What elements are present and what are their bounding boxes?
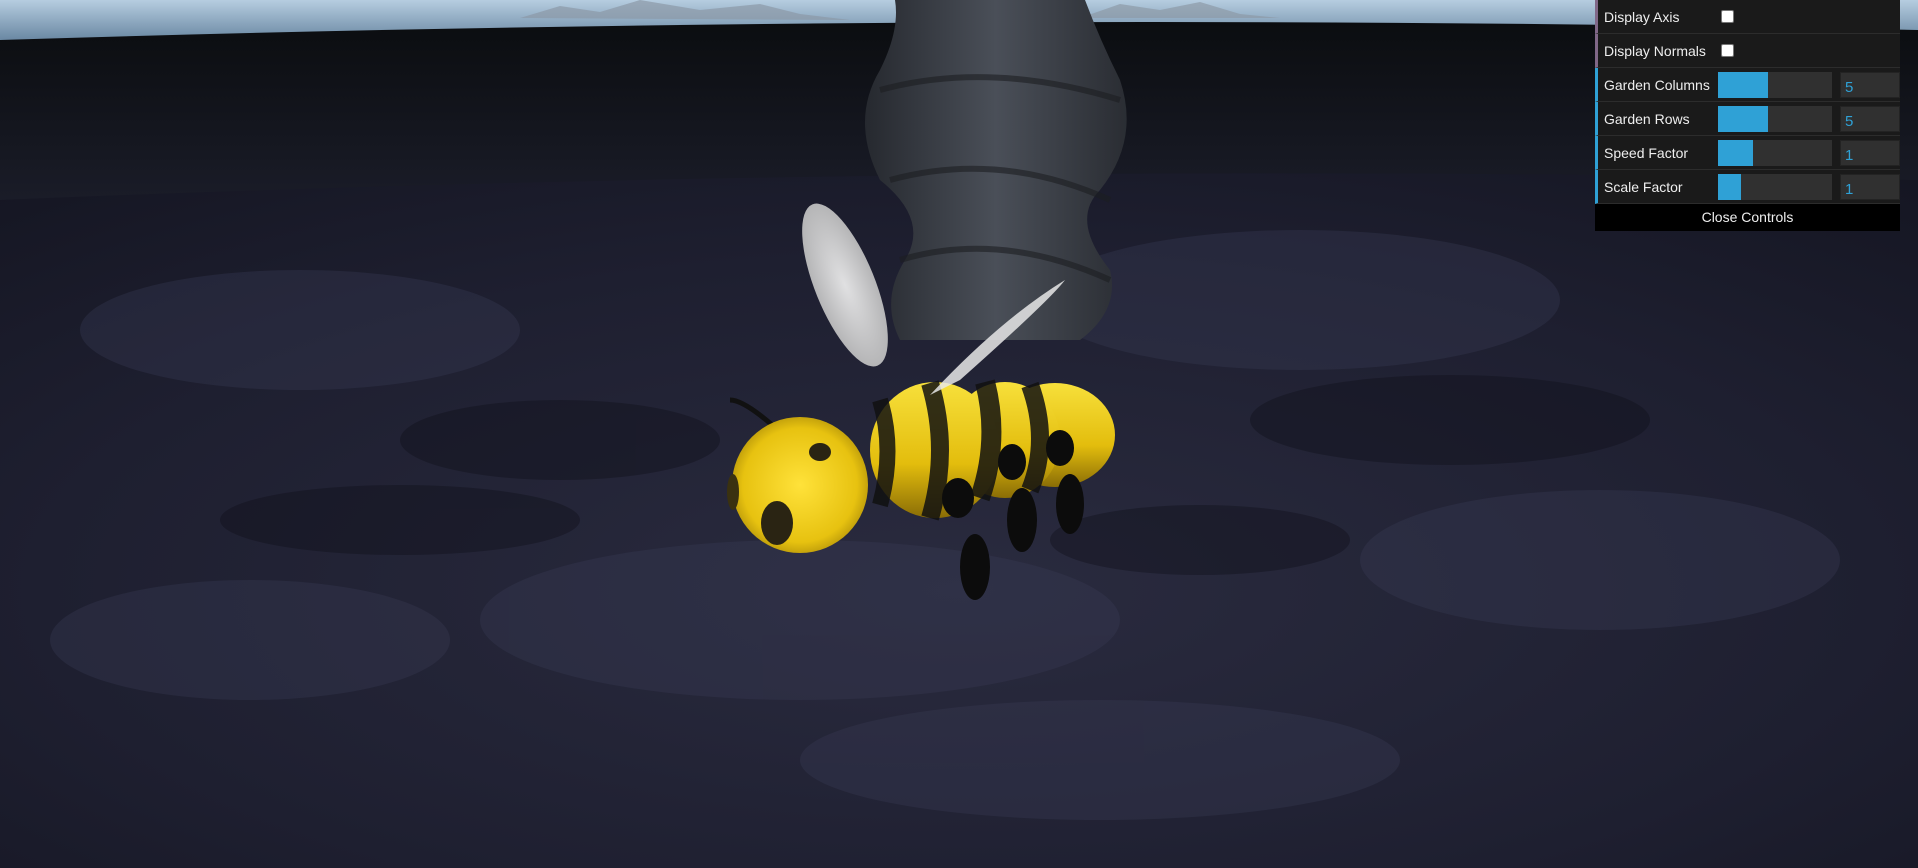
- scale-factor-input[interactable]: 1: [1840, 173, 1900, 200]
- bee-head: [732, 417, 868, 553]
- garden-columns-control: Garden Columns 5: [1595, 68, 1900, 102]
- speed-factor-input[interactable]: 1: [1840, 139, 1900, 166]
- bee-leg: [1007, 488, 1037, 552]
- control-label: Garden Columns: [1604, 76, 1710, 93]
- rock-pillar: [865, 0, 1127, 340]
- control-label: Garden Rows: [1604, 110, 1690, 127]
- display-normals-checkbox[interactable]: [1721, 44, 1734, 57]
- scale-factor-slider[interactable]: [1718, 173, 1832, 200]
- control-label: Scale Factor: [1604, 178, 1683, 195]
- controls-panel: Display Axis Display Normals Garden Colu…: [1595, 0, 1900, 231]
- garden-columns-input[interactable]: 5: [1840, 71, 1900, 98]
- control-label: Display Axis: [1604, 8, 1680, 25]
- bee-eye: [761, 501, 793, 545]
- display-normals-control[interactable]: Display Normals: [1595, 34, 1900, 68]
- garden-rows-control: Garden Rows 5: [1595, 102, 1900, 136]
- garden-rows-input[interactable]: 5: [1840, 105, 1900, 132]
- control-label: Display Normals: [1604, 42, 1706, 59]
- close-controls-button[interactable]: Close Controls: [1595, 204, 1900, 231]
- display-axis-checkbox[interactable]: [1721, 10, 1734, 23]
- speed-factor-slider[interactable]: [1718, 139, 1832, 166]
- bee-eye: [809, 443, 831, 461]
- garden-columns-slider[interactable]: [1718, 71, 1832, 98]
- garden-rows-slider[interactable]: [1718, 105, 1832, 132]
- bee-leg: [960, 534, 990, 600]
- display-axis-control[interactable]: Display Axis: [1595, 0, 1900, 34]
- bee-leg: [1056, 474, 1084, 534]
- control-label: Speed Factor: [1604, 144, 1689, 161]
- scale-factor-control: Scale Factor 1: [1595, 170, 1900, 204]
- speed-factor-control: Speed Factor 1: [1595, 136, 1900, 170]
